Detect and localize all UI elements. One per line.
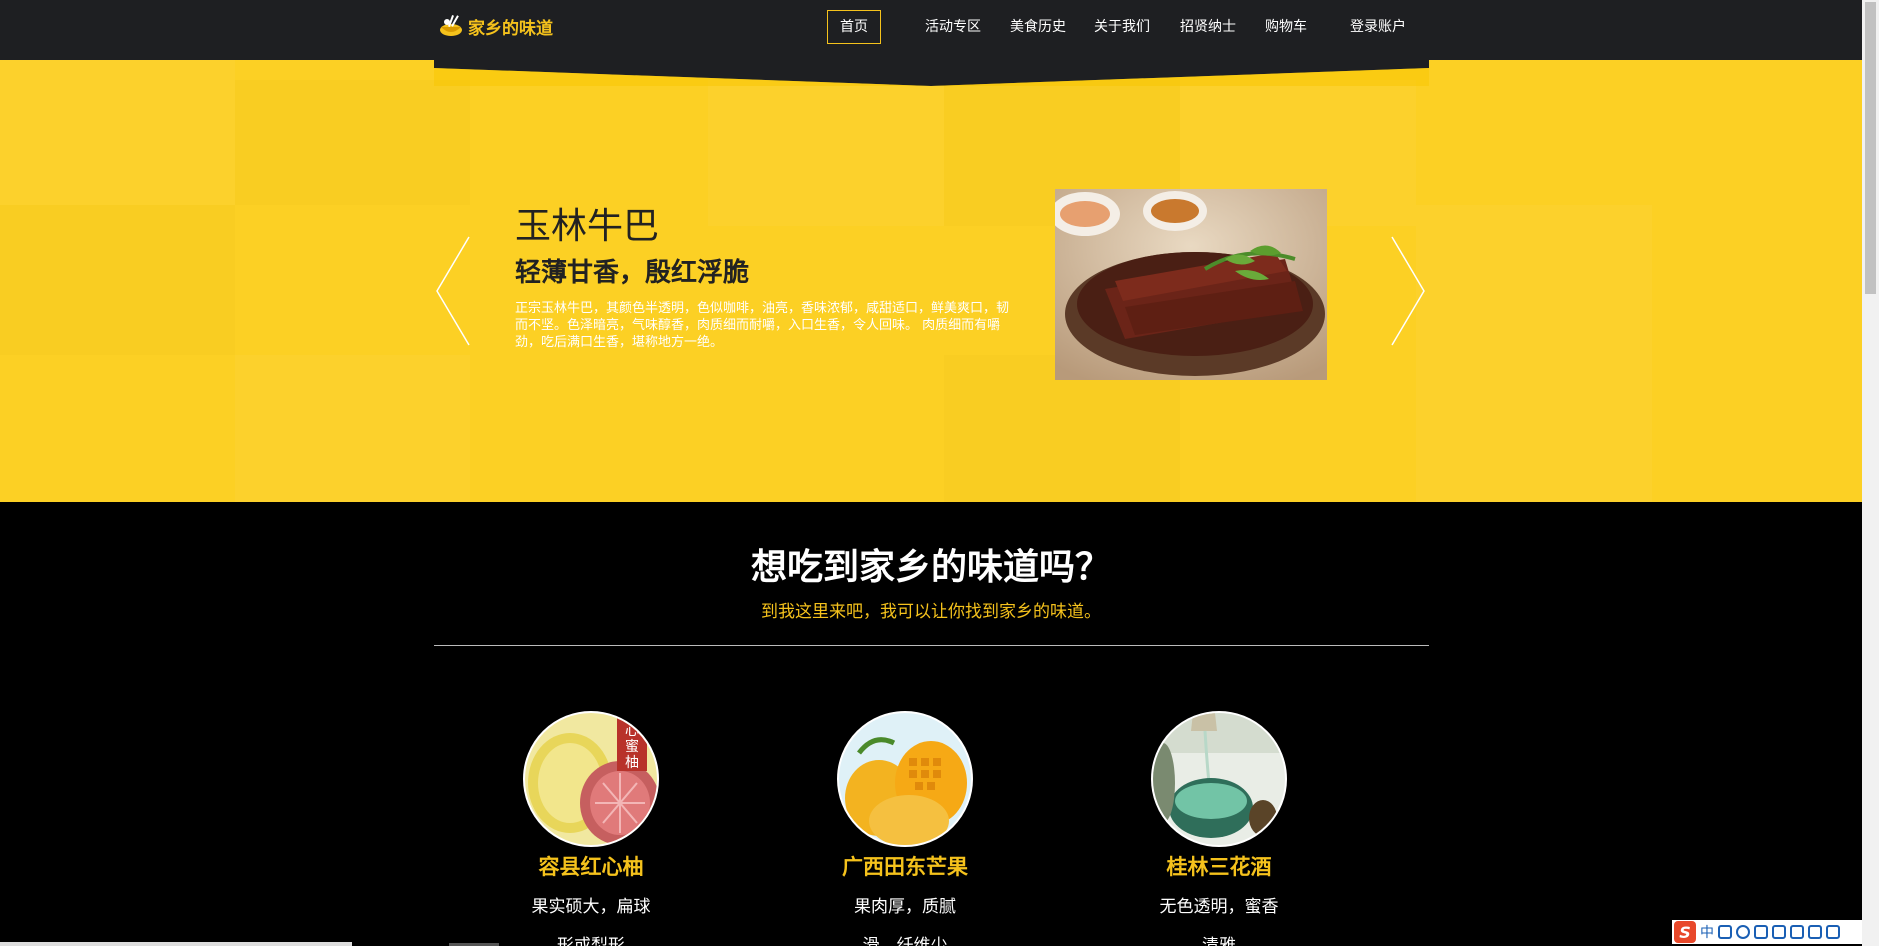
liquor-image: [1151, 711, 1287, 847]
site-logo[interactable]: 家乡的味道: [438, 12, 553, 40]
microphone-icon[interactable]: [1754, 925, 1768, 939]
sogou-logo-icon[interactable]: S: [1674, 921, 1696, 943]
bowl-logo-icon: [440, 15, 462, 36]
top-navigation-bar: 家乡的味道 首页 活动专区 美食历史 关于我们 招贤纳士 购物车 登录账户: [0, 0, 1862, 60]
ime-language[interactable]: 中: [1700, 922, 1714, 942]
svg-text:柚: 柚: [625, 755, 639, 771]
product-desc-line1: 无色透明，蜜香: [1159, 897, 1279, 917]
bg-tile: [0, 205, 235, 355]
product-name: 广西田东芒果: [842, 855, 968, 879]
bg-tile: [1416, 355, 1652, 502]
product-name: 容县红心柚: [538, 855, 644, 879]
user-icon[interactable]: [1790, 925, 1804, 939]
keyboard-icon[interactable]: [1772, 925, 1786, 939]
product-card[interactable]: 桂林三花酒 无色透明，蜜香 清雅: [1069, 711, 1369, 946]
scrollbar-thumb[interactable]: [1865, 2, 1876, 294]
horizontal-scrollbar[interactable]: [0, 942, 352, 946]
section-subheading: 到我这里来吧，我可以让你找到家乡的味道。: [761, 602, 1101, 622]
svg-text:蜜: 蜜: [625, 739, 639, 755]
beef-jerky-image: [1055, 189, 1327, 380]
ime-toolbar[interactable]: S 中: [1672, 920, 1862, 944]
punctuation-icon[interactable]: [1718, 925, 1732, 939]
svg-text:心: 心: [625, 723, 639, 739]
nav-home[interactable]: 首页: [827, 10, 881, 44]
nav-login[interactable]: 登录账户: [1350, 10, 1406, 44]
hero-subtitle: 轻薄甘香，殷红浮脆: [515, 258, 750, 288]
product-desc-line1: 果肉厚，质腻: [854, 897, 956, 917]
bg-tile: [708, 80, 944, 226]
emoji-icon[interactable]: [1736, 925, 1750, 939]
nav-cart[interactable]: 购物车: [1265, 10, 1307, 44]
section-divider: [434, 645, 1429, 646]
product-card[interactable]: 广西田东芒果 果肉厚，质腻 滑，纤维少: [755, 711, 1055, 946]
bg-tile: [235, 355, 470, 502]
page-scrollbar[interactable]: [1862, 0, 1879, 946]
section-heading: 想吃到家乡的味道吗？: [750, 547, 1111, 588]
hero-description: 正宗玉林牛巴，其颜色半透明，色似咖啡，油亮，香味浓郁，咸甜适口，鲜美爽口，韧而不…: [515, 301, 1010, 350]
product-desc-line2: 滑，纤维少: [862, 936, 948, 946]
skin-icon[interactable]: [1808, 925, 1822, 939]
bg-tile: [0, 60, 235, 205]
mango-image: [837, 711, 973, 847]
nav-about-us[interactable]: 关于我们: [1094, 10, 1150, 44]
hero-title: 玉林牛巴: [515, 206, 660, 247]
product-desc-line1: 果实硕大，扁球: [531, 897, 651, 917]
pomelo-image: 心 蜜 柚: [523, 711, 659, 847]
carousel-prev-arrow-icon[interactable]: [435, 235, 471, 347]
header-notch-shape: [434, 60, 1429, 86]
product-desc-line2: 清雅: [1202, 936, 1236, 946]
nav-food-history[interactable]: 美食历史: [1010, 10, 1066, 44]
brand-name: 家乡的味道: [468, 18, 553, 39]
nav-activities[interactable]: 活动专区: [925, 10, 981, 44]
product-name: 桂林三花酒: [1166, 855, 1272, 879]
nav-careers[interactable]: 招贤纳士: [1180, 10, 1236, 44]
bg-tile: [1416, 205, 1652, 355]
bg-tile: [235, 80, 470, 205]
carousel-next-arrow-icon[interactable]: [1390, 235, 1426, 347]
hero-banner: 玉林牛巴 轻薄甘香，殷红浮脆 正宗玉林牛巴，其颜色半透明，色似咖啡，油亮，香味浓…: [0, 60, 1862, 502]
product-card[interactable]: 心 蜜 柚 容县红心柚 果实硕大，扁球 形或梨形: [441, 711, 741, 946]
toolbox-icon[interactable]: [1826, 925, 1840, 939]
